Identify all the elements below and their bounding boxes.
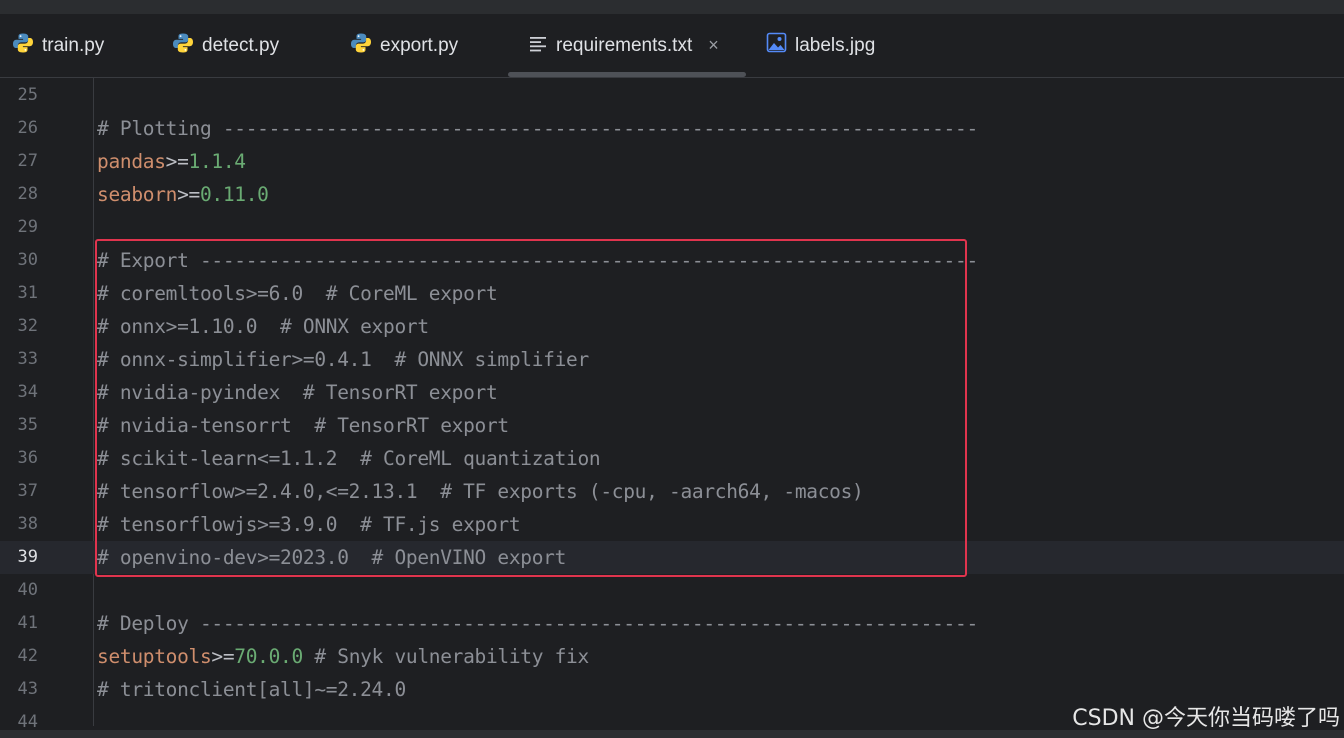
text-file-icon: [528, 33, 556, 59]
line-number: 37: [17, 481, 38, 501]
tab-export-py[interactable]: export.py: [350, 14, 458, 77]
token-ver: 1.1.4: [188, 150, 247, 173]
code-line[interactable]: 38 # tensorflowjs>=3.9.0 # TF.js export: [0, 508, 1344, 541]
token-comment: # scikit-learn<=1.1.2 # CoreML quantizat…: [97, 447, 601, 470]
line-number: 35: [17, 415, 38, 435]
python-icon: [12, 32, 42, 60]
code-line[interactable]: 37 # tensorflow>=2.4.0,<=2.13.1 # TF expo…: [0, 475, 1344, 508]
code-editor[interactable]: 25 26 # Plotting -------------------------…: [0, 78, 1344, 738]
line-number: 41: [17, 613, 38, 633]
line-number: 34: [17, 382, 38, 402]
code-line[interactable]: 27 pandas>=1.1.4: [0, 145, 1344, 178]
line-number: 36: [17, 448, 38, 468]
line-content: # scikit-learn<=1.1.2 # CoreML quantizat…: [97, 442, 601, 475]
line-content: # nvidia-pyindex # TensorRT export: [97, 376, 498, 409]
line-number: 27: [17, 151, 38, 171]
code-line[interactable]: 33 # onnx-simplifier>=0.4.1 # ONNX simpli…: [0, 343, 1344, 376]
code-line[interactable]: 26 # Plotting ---------------------------…: [0, 112, 1344, 145]
line-content: # Export -------------------------------…: [97, 244, 978, 277]
line-content: # onnx>=1.10.0 # ONNX export: [97, 310, 429, 343]
token-key: pandas: [97, 150, 166, 173]
line-content: # Plotting -----------------------------…: [97, 112, 978, 145]
line-number: 26: [17, 118, 38, 138]
code-line[interactable]: 29: [0, 211, 1344, 244]
python-icon: [350, 32, 380, 60]
line-content: # nvidia-tensorrt # TensorRT export: [97, 409, 509, 442]
line-number: 40: [17, 580, 38, 600]
editor-tab-bar: train.py detect.py export.py requirement…: [0, 14, 1344, 78]
code-line[interactable]: 25: [0, 79, 1344, 112]
window-top-strip: [0, 0, 1344, 14]
python-icon: [172, 32, 202, 60]
token-comment: # openvino-dev>=2023.0 # OpenVINO export: [97, 546, 567, 569]
token-comment: # coremltools>=6.0 # CoreML export: [97, 282, 498, 305]
tab-label: train.py: [42, 34, 105, 56]
token-comment: # nvidia-tensorrt # TensorRT export: [97, 414, 509, 437]
tab-label: export.py: [380, 34, 459, 56]
token-comment: # onnx>=1.10.0 # ONNX export: [97, 315, 429, 338]
line-content: # tensorflow>=2.4.0,<=2.13.1 # TF export…: [97, 475, 864, 508]
line-content: setuptools>=70.0.0 # Snyk vulnerability …: [97, 640, 589, 673]
code-line[interactable]: 35 # nvidia-tensorrt # TensorRT export: [0, 409, 1344, 442]
tab-label: detect.py: [202, 34, 280, 56]
token-comment: # tritonclient[all]~=2.24.0: [97, 678, 406, 701]
code-line[interactable]: 39 # openvino-dev>=2023.0 # OpenVINO expo…: [0, 541, 1344, 574]
code-line[interactable]: 28 seaborn>=0.11.0: [0, 178, 1344, 211]
code-line[interactable]: 32 # onnx>=1.10.0 # ONNX export: [0, 310, 1344, 343]
tab-requirements-txt[interactable]: requirements.txt ×: [508, 14, 746, 77]
code-line[interactable]: 31 # coremltools>=6.0 # CoreML export: [0, 277, 1344, 310]
token-op: >=: [211, 645, 235, 668]
code-line[interactable]: 34 # nvidia-pyindex # TensorRT export: [0, 376, 1344, 409]
token-comment: # tensorflow>=2.4.0,<=2.13.1 # TF export…: [97, 480, 864, 503]
tab-label: labels.jpg: [795, 34, 876, 56]
token-op: >=: [177, 183, 200, 206]
token-key: setuptools: [97, 645, 212, 668]
line-content: # tensorflowjs>=3.9.0 # TF.js export: [97, 508, 521, 541]
close-icon[interactable]: ×: [708, 35, 719, 56]
token-key: seaborn: [97, 183, 178, 206]
line-number: 32: [17, 316, 38, 336]
line-content: pandas>=1.1.4: [97, 145, 246, 178]
token-comment: # Export -------------------------------…: [97, 249, 978, 272]
token-comment: # Deploy -------------------------------…: [97, 612, 978, 635]
watermark: CSDN @今天你当码喽了吗: [1072, 706, 1340, 731]
tab-label: requirements.txt: [556, 34, 693, 56]
line-number: 25: [17, 85, 38, 105]
tab-train-py[interactable]: train.py: [12, 14, 104, 77]
tab-labels-jpg[interactable]: labels.jpg: [766, 14, 875, 77]
code-line[interactable]: 30 # Export -----------------------------…: [0, 244, 1344, 277]
line-number: 31: [17, 283, 38, 303]
token-op: >=: [165, 150, 189, 173]
token-comment: # Plotting -----------------------------…: [97, 117, 978, 140]
code-line[interactable]: 36 # scikit-learn<=1.1.2 # CoreML quantiz…: [0, 442, 1344, 475]
line-number: 28: [17, 184, 38, 204]
code-line[interactable]: 42 setuptools>=70.0.0 # Snyk vulnerabilit…: [0, 640, 1344, 673]
line-content: # openvino-dev>=2023.0 # OpenVINO export: [97, 541, 566, 574]
token-ver: 0.11.0: [199, 183, 269, 206]
token-comment: # tensorflowjs>=3.9.0 # TF.js export: [97, 513, 521, 536]
line-number: 30: [17, 250, 38, 270]
token-comment: # nvidia-pyindex # TensorRT export: [97, 381, 498, 404]
line-content: seaborn>=0.11.0: [97, 178, 269, 211]
line-number: 43: [17, 679, 38, 699]
line-number: 38: [17, 514, 38, 534]
line-number: 29: [17, 217, 38, 237]
token-comment: # Snyk vulnerability fix: [302, 645, 589, 668]
status-strip: [0, 730, 1344, 738]
line-content: # Deploy -------------------------------…: [97, 607, 978, 640]
line-content: # onnx-simplifier>=0.4.1 # ONNX simplifi…: [97, 343, 589, 376]
line-content: # coremltools>=6.0 # CoreML export: [97, 277, 498, 310]
token-comment: # onnx-simplifier>=0.4.1 # ONNX simplifi…: [97, 348, 589, 371]
image-file-icon: [766, 32, 795, 59]
line-content: # tritonclient[all]~=2.24.0: [97, 673, 406, 706]
token-ver: 70.0.0: [234, 645, 303, 668]
code-line[interactable]: 41 # Deploy -----------------------------…: [0, 607, 1344, 640]
line-number: 33: [17, 349, 38, 369]
line-number: 39: [17, 547, 38, 567]
code-line[interactable]: 40: [0, 574, 1344, 607]
line-number: 42: [17, 646, 38, 666]
tab-detect-py[interactable]: detect.py: [172, 14, 279, 77]
